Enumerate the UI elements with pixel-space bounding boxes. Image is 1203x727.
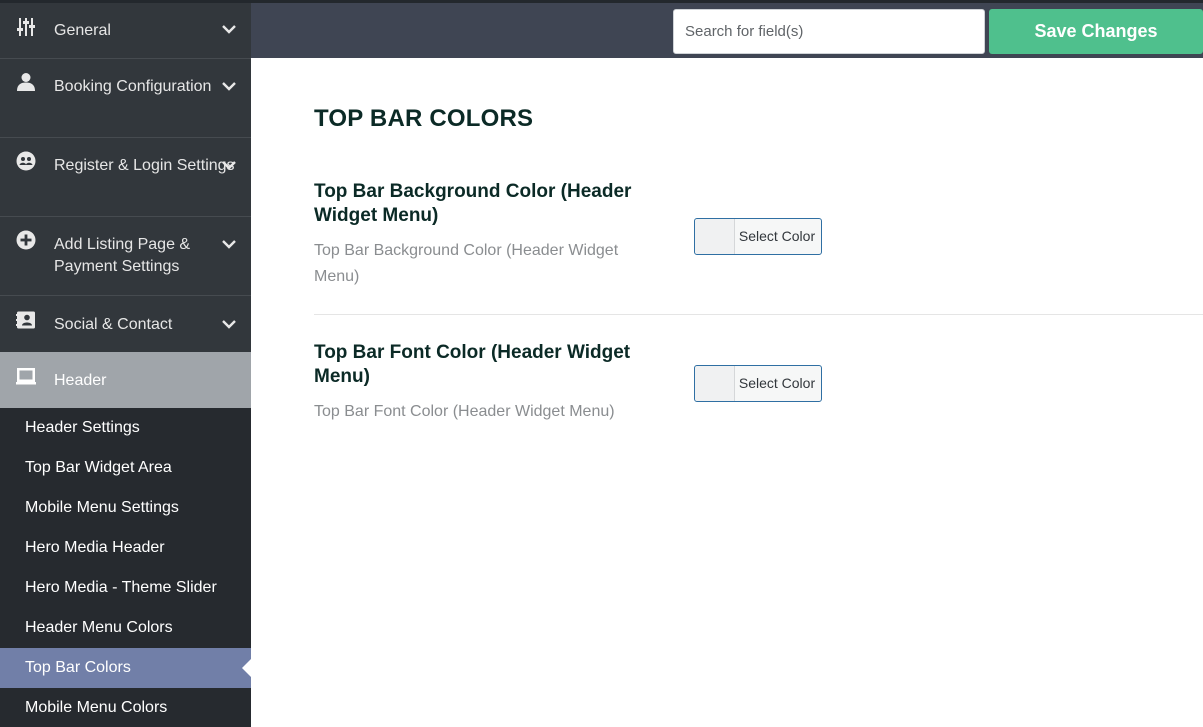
select-color-button[interactable]: Select Color [694, 218, 822, 255]
color-swatch[interactable] [695, 219, 735, 254]
sidebar-item-label: Header [54, 372, 107, 389]
sidebar-item-booking-configuration[interactable]: Booking Configuration [0, 59, 251, 138]
subnav-item-header-settings[interactable]: Header Settings [0, 408, 251, 448]
sidebar-item-general[interactable]: General [0, 3, 251, 59]
subnav-item-hero-media-header[interactable]: Hero Media Header [0, 528, 251, 568]
section-title: TOP BAR COLORS [314, 105, 534, 132]
select-color-button[interactable]: Select Color [694, 365, 822, 402]
subnav-item-hero-media-theme-slider[interactable]: Hero Media - Theme Slider [0, 568, 251, 608]
field-top-bar-font-color: Top Bar Font Color (Header Widget Menu) … [314, 341, 1203, 451]
subnav-item-top-bar-widget-area[interactable]: Top Bar Widget Area [0, 448, 251, 488]
contact-card-icon [16, 310, 38, 332]
select-color-label: Select Color [738, 228, 816, 244]
select-color-label: Select Color [738, 375, 816, 391]
color-swatch[interactable] [695, 366, 735, 401]
field-top-bar-background-color: Top Bar Background Color (Header Widget … [314, 180, 1203, 315]
subnav-item-mobile-menu-colors[interactable]: Mobile Menu Colors [0, 688, 251, 727]
sidebar-item-header[interactable]: Header [0, 352, 251, 408]
sliders-icon [16, 17, 38, 39]
plus-circle-icon [16, 230, 38, 252]
save-changes-button[interactable]: Save Changes [989, 9, 1203, 54]
search-fields-input[interactable] [673, 9, 985, 54]
sidebar-item-add-listing-payment[interactable]: Add Listing Page & Payment Settings [0, 217, 251, 296]
options-topbar: Save Changes [251, 3, 1203, 58]
subnav-item-header-menu-colors[interactable]: Header Menu Colors [0, 608, 251, 648]
settings-panel: TOP BAR COLORS Top Bar Background Color … [251, 58, 1203, 727]
settings-sidebar: General Booking Configuration Register &… [0, 3, 251, 727]
field-label: Top Bar Background Color (Header Widget … [314, 181, 632, 226]
person-icon [16, 72, 38, 94]
chevron-down-icon [221, 21, 237, 37]
chevron-down-icon [221, 157, 237, 173]
chevron-down-icon [221, 78, 237, 94]
header-subnav: Header Settings Top Bar Widget Area Mobi… [0, 408, 251, 727]
sidebar-item-social-contact[interactable]: Social & Contact [0, 296, 251, 352]
chevron-down-icon [221, 316, 237, 332]
subnav-item-mobile-menu-settings[interactable]: Mobile Menu Settings [0, 488, 251, 528]
chevron-down-icon [221, 236, 237, 252]
field-label: Top Bar Font Color (Header Widget Menu) [314, 342, 631, 387]
laptop-icon [16, 366, 38, 388]
field-description: Top Bar Font Color (Header Widget Menu) [314, 403, 615, 420]
field-description: Top Bar Background Color (Header Widget … [314, 242, 619, 285]
users-circle-icon [16, 151, 38, 173]
sidebar-item-register-login[interactable]: Register & Login Settings [0, 138, 251, 217]
subnav-item-top-bar-colors[interactable]: Top Bar Colors [0, 648, 251, 688]
